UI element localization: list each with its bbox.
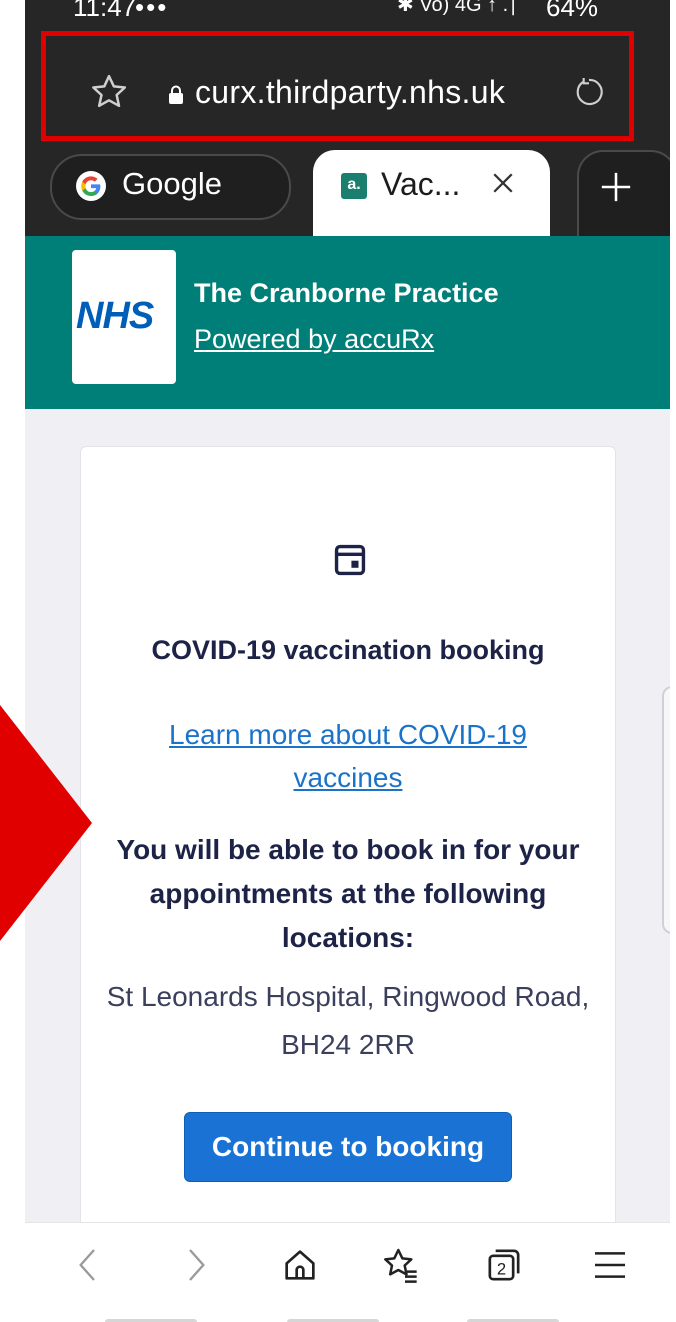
- status-signal-icons: ✱ Vo) 4G ↑ .∣: [397, 0, 519, 16]
- tab-google[interactable]: Google: [50, 154, 291, 220]
- tab-vaccination[interactable]: a. Vac...: [313, 150, 550, 236]
- location-address: St Leonards Hospital, Ringwood Road, BH2…: [106, 981, 590, 1060]
- calendar-icon: [334, 544, 366, 576]
- nhs-logo: NHS: [72, 250, 176, 384]
- tab-vaccination-label: Vac...: [381, 166, 461, 202]
- card-title: COVID-19 vaccination booking: [151, 635, 545, 665]
- forward-icon[interactable]: [175, 1245, 215, 1285]
- google-icon: [76, 171, 106, 201]
- practice-header: NHS The Cranborne Practice Powered by ac…: [25, 236, 670, 409]
- plus-icon: [601, 172, 631, 202]
- menu-icon[interactable]: [590, 1245, 630, 1285]
- booking-card: COVID-19 vaccination booking Learn more …: [80, 446, 616, 1248]
- edge-panel-handle[interactable]: [662, 686, 670, 934]
- close-icon[interactable]: [488, 168, 518, 198]
- learn-more-link[interactable]: Learn more about COVID-19 vaccines: [121, 713, 575, 799]
- annotation-highlight-box: [41, 31, 634, 141]
- powered-by-link[interactable]: Powered by accuRx: [194, 324, 434, 355]
- tabs-frame-icon: 2: [488, 1249, 520, 1281]
- new-tab-button[interactable]: [577, 150, 670, 238]
- browser-bottom-nav: 2: [25, 1222, 670, 1322]
- tab-google-label: Google: [122, 166, 222, 201]
- nhs-logo-text: NHS: [76, 295, 154, 337]
- practice-name: The Cranborne Practice: [194, 278, 499, 308]
- status-notification-icons: •••: [135, 0, 169, 22]
- status-battery: 64%: [546, 0, 599, 22]
- annotation-arrow-icon: [0, 705, 92, 941]
- locations-heading: You will be able to book in for your app…: [116, 834, 580, 953]
- tabs-icon[interactable]: 2: [484, 1245, 524, 1285]
- home-icon[interactable]: [280, 1245, 320, 1285]
- status-bar: 11:47 ••• ✱ Vo) 4G ↑ .∣ 64%: [25, 0, 670, 30]
- bookmarks-icon[interactable]: [380, 1245, 420, 1285]
- phone-screen: 11:47 ••• ✱ Vo) 4G ↑ .∣ 64% curx.thirdpa…: [25, 0, 670, 1322]
- accurx-favicon: a.: [341, 173, 367, 199]
- back-icon[interactable]: [69, 1245, 109, 1285]
- continue-to-booking-button[interactable]: Continue to booking: [184, 1112, 512, 1182]
- status-time: 11:47: [73, 0, 137, 22]
- tab-count: 2: [497, 1260, 506, 1279]
